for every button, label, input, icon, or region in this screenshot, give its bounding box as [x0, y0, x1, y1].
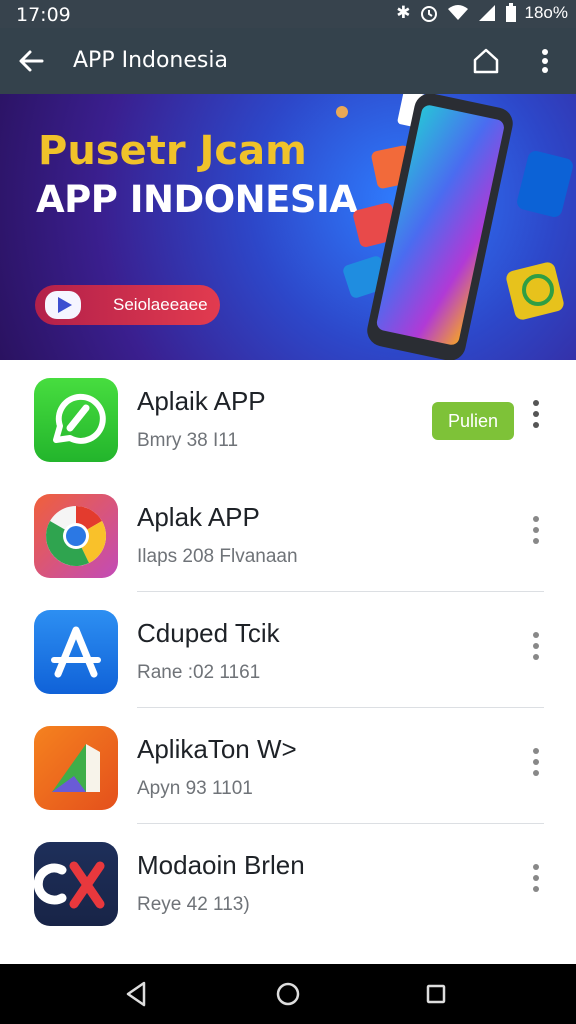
app-meta: Ilaps 208 Flvanaan — [137, 546, 298, 567]
app-name: AplikaTon W> — [137, 734, 297, 764]
open-button[interactable]: Pulien — [432, 402, 514, 440]
alarm-icon — [420, 6, 437, 22]
banner-cta-button[interactable]: Seiolaeeaee — [35, 285, 220, 325]
banner-headline: Pusetr Jcam — [38, 128, 307, 174]
app-meta: Rane :02 1161 — [137, 662, 261, 683]
more-vert-icon[interactable] — [526, 742, 546, 782]
status-time: 17:09 — [16, 4, 71, 26]
app-bar: APP Indonesia — [0, 28, 576, 94]
nav-recents-icon[interactable] — [421, 979, 451, 1009]
back-arrow-icon[interactable] — [14, 43, 50, 79]
battery-icon — [505, 3, 516, 22]
app-list: Aplaik APP Bmry 38 I11 Pulien Aplak APP … — [0, 360, 576, 964]
battery-percent: 18o% — [524, 3, 568, 22]
home-icon[interactable] — [470, 45, 502, 77]
prism-icon — [52, 744, 100, 792]
system-nav-bar — [0, 964, 576, 1024]
banner-subheadline: APP INDONESIA — [36, 178, 358, 221]
bluetooth-icon: ✱ — [396, 3, 411, 22]
status-bar: 17:09 ✱ 18o% — [0, 0, 576, 28]
more-vert-icon[interactable] — [530, 45, 560, 77]
list-item[interactable]: Modaoin Brlen Reye 42 113) — [0, 824, 576, 940]
more-vert-icon[interactable] — [526, 510, 546, 550]
signal-icon — [478, 5, 495, 21]
status-icons: ✱ 18o% — [396, 3, 568, 23]
app-name: Modaoin Brlen — [137, 850, 305, 880]
x-mark-icon — [34, 861, 105, 909]
more-vert-icon[interactable] — [526, 626, 546, 666]
nav-home-icon[interactable] — [273, 979, 303, 1009]
app-meta: Bmry 38 I11 — [137, 430, 239, 451]
chrome-style-icon — [34, 494, 118, 578]
banner-cta-label: Seiolaeeaee — [113, 295, 208, 314]
phone-illustration — [336, 94, 573, 360]
app-meta: Reye 42 113) — [137, 894, 250, 915]
list-item[interactable]: Aplaik APP Bmry 38 I11 Pulien — [0, 360, 576, 476]
list-item[interactable]: Cduped Tcik Rane :02 1161 — [0, 592, 576, 708]
browser-circle-icon — [46, 506, 106, 566]
more-vert-icon[interactable] — [526, 858, 546, 898]
colorful-a-icon — [34, 726, 118, 810]
app-store-style-icon — [34, 610, 118, 694]
play-icon — [45, 291, 81, 319]
whatsapp-style-icon — [34, 378, 118, 462]
app-meta: Apyn 93 1101 — [137, 778, 253, 799]
app-name: Aplaik APP — [137, 386, 266, 416]
chat-bubble-icon — [53, 393, 106, 444]
list-item[interactable]: AplikaTon W> Apyn 93 1101 — [0, 708, 576, 824]
ck-logo-icon — [34, 842, 118, 926]
app-name: Aplak APP — [137, 502, 260, 532]
promo-banner[interactable]: Pusetr Jcam APP INDONESIA Seiolaeeaee — [0, 94, 576, 360]
more-vert-icon[interactable] — [526, 394, 546, 434]
nav-back-icon[interactable] — [122, 979, 152, 1009]
list-item[interactable]: Aplak APP Ilaps 208 Flvanaan — [0, 476, 576, 592]
app-name: Cduped Tcik — [137, 618, 280, 648]
page-title: APP Indonesia — [73, 48, 228, 73]
letter-a-icon — [51, 626, 101, 678]
wifi-icon — [447, 5, 468, 20]
